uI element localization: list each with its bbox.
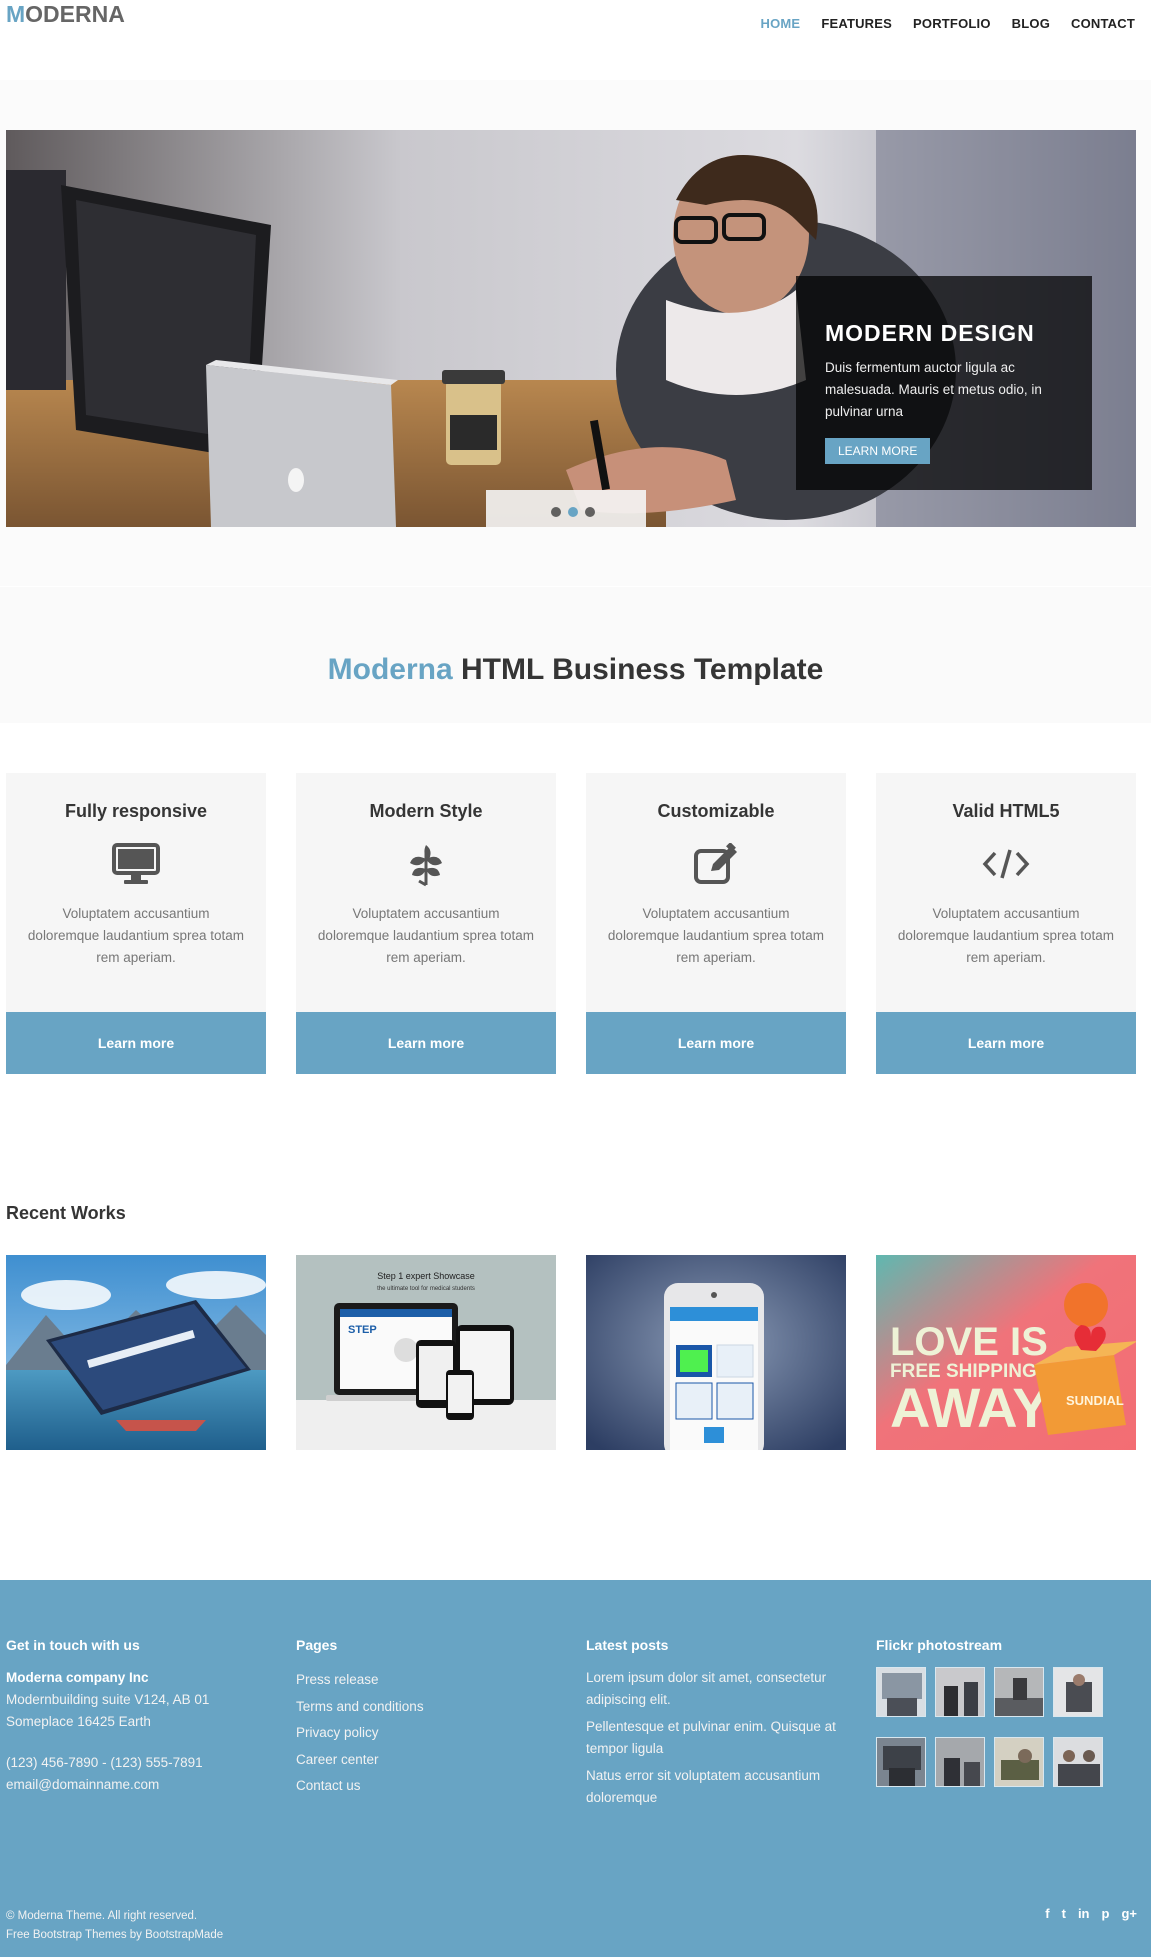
- nav-portfolio[interactable]: PORTFOLIO: [913, 16, 991, 31]
- showcase-caption-1: Step 1 expert Showcase: [377, 1271, 475, 1281]
- footer-flickr-title: Flickr photostream: [876, 1637, 1003, 1653]
- work-step-showcase[interactable]: Step 1 expert Showcase the ultimate tool…: [296, 1255, 556, 1450]
- footer-link-terms[interactable]: Terms and conditions: [296, 1694, 424, 1721]
- pinterest-icon[interactable]: p: [1102, 1906, 1110, 1921]
- feature-text: Voluptatem accusantium doloremque laudan…: [897, 906, 1115, 965]
- slider-dot-1[interactable]: [551, 507, 561, 517]
- footer-link-contact[interactable]: Contact us: [296, 1773, 424, 1800]
- logo-text: ODERNA: [25, 1, 125, 27]
- hero-slider[interactable]: MODERN DESIGN Duis fermentum auctor ligu…: [6, 130, 1136, 527]
- main-nav: HOME FEATURES PORTFOLIO BLOG CONTACT: [740, 16, 1136, 31]
- feature-box-valid-html5: Valid HTML5 Voluptatem accusantium dolor…: [876, 773, 1136, 1074]
- love-text-1: LOVE IS: [890, 1320, 1048, 1364]
- callout-section: Moderna HTML Business Template: [0, 587, 1151, 723]
- desktop-icon: [111, 839, 161, 889]
- slider-dots: [551, 507, 595, 517]
- slide-caption-text: Duis fermentum auctor ligula ac malesuad…: [825, 360, 1042, 419]
- google-plus-icon[interactable]: g+: [1121, 1906, 1137, 1921]
- site-footer: Get in touch with us Moderna company Inc…: [0, 1580, 1151, 1957]
- footer-link-career[interactable]: Career center: [296, 1747, 424, 1774]
- slider-dot-2[interactable]: [568, 507, 578, 517]
- slide-caption: MODERN DESIGN Duis fermentum auctor ligu…: [796, 276, 1092, 490]
- site-header: MODERNA HOME FEATURES PORTFOLIO BLOG CON…: [0, 0, 1151, 80]
- footer-pages: Pages Press release Terms and conditions…: [296, 1637, 424, 1800]
- flickr-thumb[interactable]: [1053, 1737, 1103, 1787]
- leaf-icon: [401, 839, 451, 889]
- slider-section: MODERN DESIGN Duis fermentum auctor ligu…: [0, 80, 1151, 586]
- work-phone-app[interactable]: [586, 1255, 846, 1450]
- footer-post[interactable]: Pellentesque et pulvinar enim. Quisque a…: [586, 1716, 846, 1760]
- callout-rest: HTML Business Template: [461, 653, 824, 686]
- footer-company: Moderna company Inc: [6, 1670, 149, 1685]
- slide-caption-title: MODERN DESIGN: [825, 320, 1035, 346]
- feature-title: Valid HTML5: [952, 801, 1060, 821]
- footer-email[interactable]: email@domainname.com: [6, 1774, 209, 1796]
- slider-dot-3[interactable]: [585, 507, 595, 517]
- footer-contact-title: Get in touch with us: [6, 1637, 140, 1653]
- copyright-text: © Moderna Theme. All right reserved.: [6, 1910, 198, 1922]
- linkedin-icon[interactable]: in: [1078, 1906, 1090, 1921]
- flickr-thumb[interactable]: [994, 1737, 1044, 1787]
- callout-accent: Moderna: [327, 653, 453, 686]
- footer-copyright: © Moderna Theme. All right reserved. Fre…: [6, 1907, 223, 1945]
- nav-home[interactable]: HOME: [761, 16, 801, 31]
- flickr-thumb[interactable]: [935, 1667, 985, 1717]
- flickr-thumb[interactable]: [994, 1667, 1044, 1717]
- code-icon: [981, 839, 1031, 889]
- learn-more-button[interactable]: Learn more: [296, 1012, 556, 1074]
- love-text-3: AWAY: [890, 1376, 1050, 1439]
- feature-text: Voluptatem accusantium doloremque laudan…: [317, 906, 535, 965]
- twitter-icon[interactable]: t: [1062, 1906, 1066, 1921]
- nav-features[interactable]: FEATURES: [821, 16, 892, 31]
- social-links: f t in p g+: [1045, 1906, 1137, 1921]
- learn-more-button[interactable]: Learn more: [6, 1012, 266, 1074]
- footer-flickr: Flickr photostream: [876, 1637, 1103, 1787]
- footer-address-1: Modernbuilding suite V124, AB 01: [6, 1692, 210, 1707]
- edit-icon: [691, 839, 741, 889]
- showcase-logo: STEP: [348, 1324, 377, 1336]
- learn-more-button[interactable]: Learn more: [586, 1012, 846, 1074]
- logo[interactable]: MODERNA: [6, 1, 125, 28]
- nav-contact[interactable]: CONTACT: [1071, 16, 1135, 31]
- footer-pages-title: Pages: [296, 1637, 338, 1653]
- feature-box-responsive: Fully responsive Voluptatem accusantium …: [6, 773, 266, 1074]
- footer-post[interactable]: Lorem ipsum dolor sit amet, consectetur …: [586, 1667, 846, 1711]
- feature-text: Voluptatem accusantium doloremque laudan…: [27, 906, 245, 965]
- footer-phone: (123) 456-7890 - (123) 555-7891: [6, 1755, 203, 1770]
- footer-link-privacy[interactable]: Privacy policy: [296, 1720, 424, 1747]
- flickr-thumbnails: [876, 1667, 1103, 1787]
- flickr-thumb[interactable]: [876, 1667, 926, 1717]
- feature-box-customizable: Customizable Voluptatem accusantium dolo…: [586, 773, 846, 1074]
- footer-post[interactable]: Natus error sit voluptatem accusantium d…: [586, 1765, 846, 1809]
- feature-title: Fully responsive: [64, 801, 208, 821]
- work-love-is-free-shipping[interactable]: LOVE IS FREE SHIPPING AWAY SUNDIAL: [876, 1255, 1136, 1450]
- feature-text: Voluptatem accusantium doloremque laudan…: [607, 906, 825, 965]
- feature-title: Modern Style: [369, 801, 483, 821]
- flickr-thumb[interactable]: [935, 1737, 985, 1787]
- sundial-brand: SUNDIAL: [1066, 1393, 1124, 1408]
- footer-latest-posts: Latest posts Lorem ipsum dolor sit amet,…: [586, 1637, 846, 1814]
- footer-contact: Get in touch with us Moderna company Inc…: [6, 1637, 209, 1796]
- feature-box-modern-style: Modern Style Voluptatem accusantium dolo…: [296, 773, 556, 1074]
- flickr-thumb[interactable]: [876, 1737, 926, 1787]
- showcase-caption-2: the ultimate tool for medical students: [377, 1286, 475, 1292]
- footer-address-2: Someplace 16425 Earth: [6, 1714, 151, 1729]
- recent-works-title: Recent Works: [6, 1203, 126, 1223]
- learn-more-button[interactable]: Learn more: [876, 1012, 1136, 1074]
- work-mountain-lake[interactable]: [6, 1255, 266, 1450]
- slide-learn-more-button[interactable]: LEARN MORE: [825, 438, 931, 464]
- logo-accent-letter: M: [6, 1, 26, 27]
- footer-posts-title: Latest posts: [586, 1637, 669, 1653]
- footer-link-press-release[interactable]: Press release: [296, 1667, 424, 1694]
- feature-title: Customizable: [657, 801, 775, 821]
- nav-blog[interactable]: BLOG: [1012, 16, 1050, 31]
- credit-link[interactable]: Free Bootstrap Themes by BootstrapMade: [6, 1926, 223, 1945]
- callout-heading: Moderna HTML Business Template: [0, 653, 1151, 687]
- facebook-icon[interactable]: f: [1045, 1906, 1049, 1921]
- flickr-thumb[interactable]: [1053, 1667, 1103, 1717]
